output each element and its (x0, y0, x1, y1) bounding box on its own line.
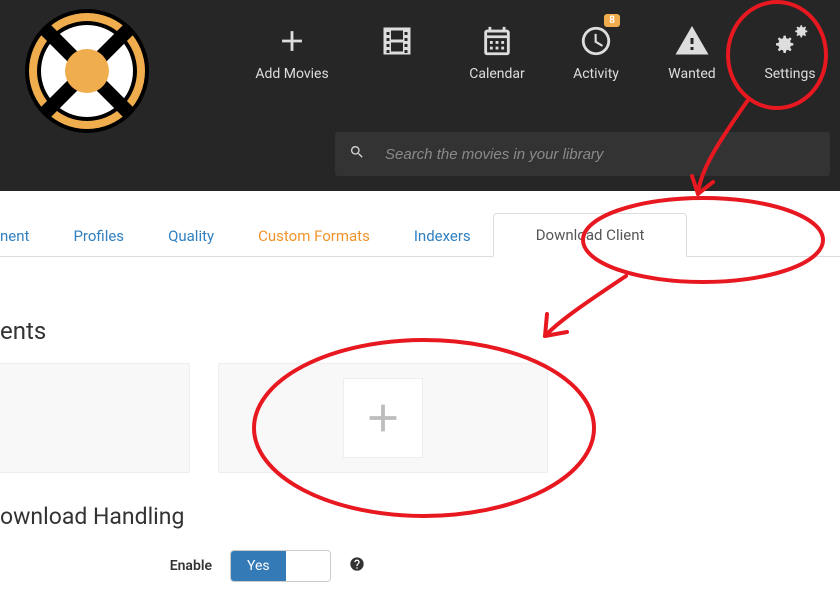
top-navbar: Add Movies Calendar (0, 0, 840, 191)
help-icon[interactable] (349, 556, 365, 576)
download-clients-list (0, 363, 840, 473)
gears-icon (750, 18, 830, 64)
search-bar[interactable] (335, 132, 830, 176)
nav-label: Activity (558, 66, 634, 82)
download-client-card[interactable] (0, 363, 190, 473)
nav-label: Calendar (456, 66, 538, 82)
enable-row: Enable Yes (100, 550, 840, 582)
nav-wanted[interactable]: Wanted (644, 18, 740, 82)
toggle-off (286, 551, 330, 581)
tab-quality[interactable]: Quality (146, 215, 236, 257)
nav-movies[interactable] (348, 18, 446, 66)
clock-icon (558, 18, 634, 64)
nav-label: Wanted (654, 66, 730, 82)
plus-icon (360, 395, 406, 441)
tab-custom-formats[interactable]: Custom Formats (236, 215, 392, 257)
download-client-panel: ents ownload Handling Enable Yes (0, 317, 840, 582)
film-icon (358, 18, 436, 64)
plus-icon (246, 18, 338, 64)
toggle-on: Yes (231, 551, 286, 581)
tab-profiles[interactable]: Profiles (51, 215, 146, 257)
add-download-client-card[interactable] (218, 363, 548, 473)
nav-label: Add Movies (246, 66, 338, 82)
search-icon (349, 144, 365, 164)
download-clients-heading: ents (0, 317, 840, 345)
app-logo[interactable] (22, 6, 152, 136)
nav-items: Add Movies Calendar (236, 18, 840, 82)
add-button-inner (343, 378, 423, 458)
settings-tabs: nent Profiles Quality Custom Formats Ind… (0, 191, 840, 257)
tab-indexers[interactable]: Indexers (392, 215, 493, 257)
calendar-icon (456, 18, 538, 64)
tab-download-client[interactable]: Download Client (493, 213, 688, 257)
enable-toggle[interactable]: Yes (230, 550, 331, 582)
warning-icon (654, 18, 730, 64)
activity-badge: 8 (604, 14, 620, 27)
nav-activity[interactable]: 8 Activity (548, 18, 644, 82)
nav-label: Settings (750, 66, 830, 82)
tab-media-management[interactable]: nent (0, 215, 51, 257)
nav-add-movies[interactable]: Add Movies (236, 18, 348, 82)
search-input[interactable] (385, 146, 816, 163)
nav-calendar[interactable]: Calendar (446, 18, 548, 82)
nav-settings[interactable]: Settings (740, 18, 840, 82)
enable-label: Enable (100, 558, 230, 574)
completed-download-handling-heading: ownload Handling (0, 503, 840, 530)
